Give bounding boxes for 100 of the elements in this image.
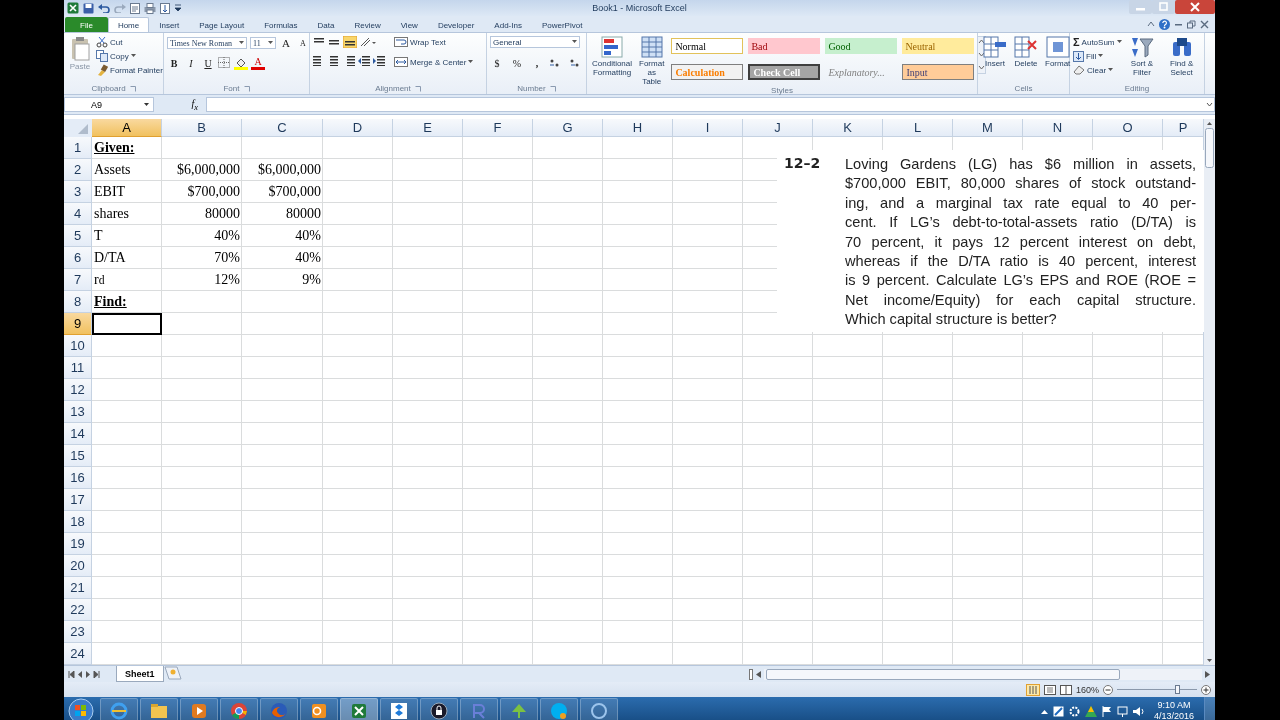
- speaker-icon[interactable]: [1132, 705, 1145, 717]
- column-header[interactable]: M: [953, 119, 1023, 137]
- row-header[interactable]: 10: [64, 335, 92, 357]
- scroll-right-icon[interactable]: [1204, 669, 1211, 679]
- shrink-font-button[interactable]: A: [296, 36, 310, 50]
- insert-button[interactable]: Insert: [981, 36, 1009, 83]
- row-header[interactable]: 20: [64, 555, 92, 577]
- cell-style[interactable]: Explanatory...: [825, 64, 898, 80]
- ribbon-tab[interactable]: Insert: [149, 17, 190, 32]
- fill-color-icon[interactable]: [234, 56, 248, 70]
- scroll-left-icon[interactable]: [755, 669, 762, 679]
- column-header[interactable]: D: [323, 119, 393, 137]
- ribbon-tab[interactable]: Developer: [427, 17, 485, 32]
- ribbon-tab[interactable]: View: [390, 17, 428, 32]
- restore-icon[interactable]: [1187, 19, 1196, 29]
- column-header[interactable]: F: [463, 119, 533, 137]
- network-icon[interactable]: [1116, 705, 1128, 717]
- comma-button[interactable]: ,: [530, 56, 544, 70]
- printer-icon[interactable]: [144, 2, 156, 14]
- font-name-field[interactable]: Times New Roman: [167, 37, 247, 49]
- taskbar-button[interactable]: [380, 698, 418, 720]
- row-header[interactable]: 13: [64, 401, 92, 423]
- previous-sheet-icon[interactable]: [77, 670, 83, 678]
- column-header[interactable]: C: [242, 119, 323, 137]
- cell-style[interactable]: Good: [825, 38, 898, 54]
- format-button[interactable]: Format: [1043, 36, 1073, 83]
- row-header[interactable]: 11: [64, 357, 92, 379]
- middle-align-icon[interactable]: [328, 37, 340, 47]
- flag-icon[interactable]: [1101, 705, 1112, 717]
- grow-font-button[interactable]: A: [279, 36, 293, 50]
- clear-button[interactable]: Clear: [1073, 64, 1122, 76]
- font-color-button[interactable]: A: [251, 56, 265, 70]
- cell-style[interactable]: Input: [902, 64, 975, 80]
- column-header[interactable]: P: [1163, 119, 1203, 137]
- row-header[interactable]: 22: [64, 599, 92, 621]
- row-header[interactable]: 14: [64, 423, 92, 445]
- bold-button[interactable]: B: [167, 56, 181, 70]
- row-header[interactable]: 3: [64, 181, 92, 203]
- ribbon-tab[interactable]: Data: [307, 17, 345, 32]
- column-header[interactable]: I: [673, 119, 743, 137]
- dropdown-icon[interactable]: [174, 4, 182, 12]
- align-center-icon[interactable]: [328, 56, 340, 66]
- borders-icon[interactable]: [218, 57, 231, 69]
- taskbar-button[interactable]: [420, 698, 458, 720]
- first-sheet-icon[interactable]: [68, 670, 75, 678]
- column-header[interactable]: E: [393, 119, 463, 137]
- sheet-tab[interactable]: Sheet1: [116, 666, 164, 682]
- format-as-table-button[interactable]: Format as Table: [637, 36, 667, 86]
- sort-filter-button[interactable]: Sort & Filter: [1124, 36, 1160, 83]
- row-header[interactable]: 19: [64, 533, 92, 555]
- file-tab[interactable]: File: [65, 17, 108, 32]
- bottom-align-icon[interactable]: [343, 36, 357, 48]
- column-header[interactable]: H: [603, 119, 673, 137]
- undo-icon[interactable]: [98, 3, 110, 13]
- column-header[interactable]: B: [162, 119, 242, 137]
- page-break-icon[interactable]: [1059, 684, 1072, 695]
- ribbon-tab[interactable]: Home: [107, 17, 150, 32]
- ribbon-tab[interactable]: Add-Ins: [484, 17, 532, 32]
- italic-button[interactable]: I: [184, 56, 198, 70]
- cell-style[interactable]: Neutral: [902, 38, 975, 54]
- help-icon[interactable]: [1159, 18, 1170, 30]
- scroll-thumb[interactable]: [1205, 128, 1214, 168]
- copy-button[interactable]: Copy: [96, 50, 163, 62]
- conditional-formatting-button[interactable]: Conditional Formatting: [590, 36, 635, 86]
- ribbon-tab[interactable]: Review: [344, 17, 391, 32]
- row-header[interactable]: 9: [64, 313, 92, 335]
- wrap-text-button[interactable]: Wrap Text: [394, 36, 474, 48]
- cell-style[interactable]: Normal: [671, 38, 744, 54]
- zoom-slider[interactable]: [1117, 685, 1197, 694]
- column-header[interactable]: O: [1093, 119, 1163, 137]
- row-header[interactable]: 18: [64, 511, 92, 533]
- row-header[interactable]: 21: [64, 577, 92, 599]
- row-header[interactable]: 4: [64, 203, 92, 225]
- row-header[interactable]: 23: [64, 621, 92, 643]
- triangle-icon[interactable]: [1084, 705, 1097, 717]
- ribbon-tab[interactable]: Page Layout: [189, 17, 255, 32]
- slider-thumb[interactable]: [1175, 685, 1180, 694]
- currency-button[interactable]: $: [490, 56, 504, 70]
- row-header[interactable]: 17: [64, 489, 92, 511]
- formula-field[interactable]: [206, 97, 1215, 112]
- orientation-icon[interactable]: [360, 37, 376, 47]
- ribbon-tab[interactable]: PowerPivot: [531, 17, 593, 32]
- autosum-button[interactable]: Σ AutoSum: [1073, 36, 1122, 48]
- cell-style[interactable]: Bad: [748, 38, 821, 54]
- indent-icon[interactable]: [373, 56, 385, 66]
- column-header[interactable]: K: [813, 119, 883, 137]
- row-header[interactable]: 8: [64, 291, 92, 313]
- row-header[interactable]: 16: [64, 467, 92, 489]
- next-sheet-icon[interactable]: [85, 670, 91, 678]
- decrease-decimal-icon[interactable]: [568, 58, 580, 68]
- column-header[interactable]: G: [533, 119, 603, 137]
- row-header[interactable]: 12: [64, 379, 92, 401]
- column-header[interactable]: L: [883, 119, 953, 137]
- zoom-out-icon[interactable]: [1103, 684, 1113, 695]
- tile-icon[interactable]: [1052, 705, 1064, 717]
- cut-button[interactable]: Cut: [96, 36, 163, 48]
- column-header[interactable]: N: [1023, 119, 1093, 137]
- merge-center-button[interactable]: Merge & Center: [394, 56, 474, 68]
- delete-button[interactable]: Delete: [1012, 36, 1040, 83]
- gear-icon[interactable]: [1068, 705, 1080, 717]
